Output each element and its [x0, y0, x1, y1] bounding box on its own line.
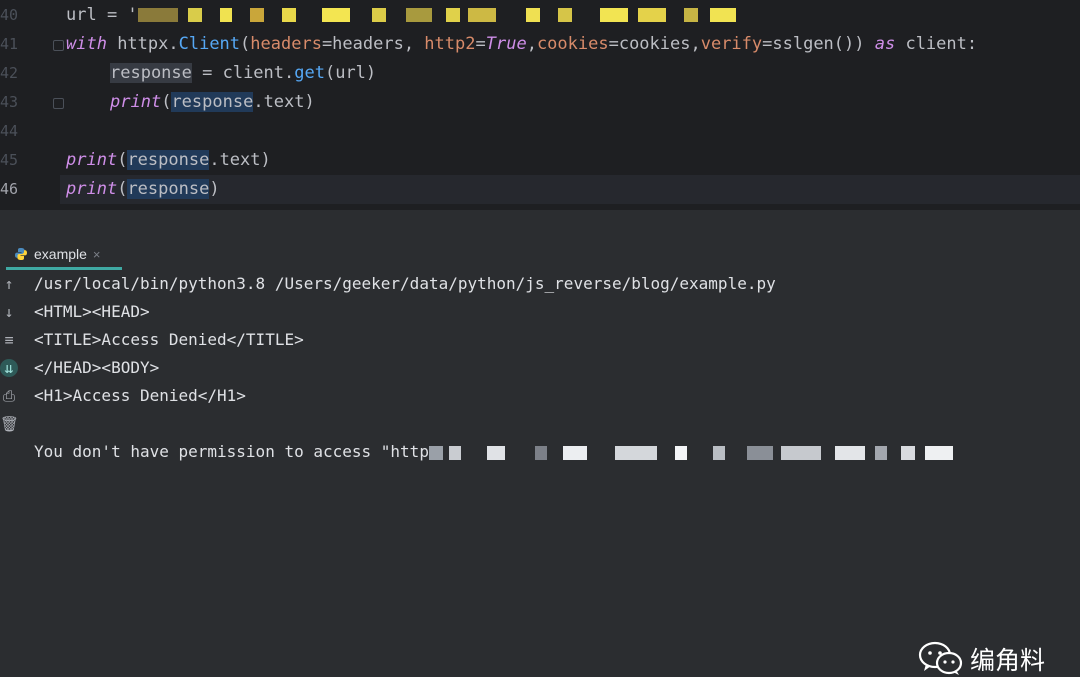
code-line-40: url = ': [66, 1, 736, 30]
watermark: 编角料: [918, 641, 1045, 677]
run-tool-window: example × ↑ ↓ ≡ ⇊ ⎙ 🗑 /usr/local/bin/pyt…: [0, 237, 1080, 675]
tab-example[interactable]: example ×: [14, 243, 101, 265]
code-line-42: response = client.get(url): [110, 59, 376, 88]
console-output-line: <TITLE>Access Denied</TITLE>: [34, 330, 304, 349]
code-token: (: [240, 34, 251, 54]
code-token: (: [161, 92, 172, 112]
line-number: 44: [0, 122, 19, 140]
code-token: verify: [700, 34, 763, 54]
code-token: get: [294, 63, 325, 83]
code-token: print: [66, 150, 118, 170]
code-line-41: with httpx.Client(headers=headers, http2…: [66, 30, 977, 59]
keyword-as: as: [874, 34, 896, 54]
console-output-line: <HTML><HEAD>: [34, 302, 150, 321]
code-token: response: [127, 179, 210, 199]
tab-label: example: [34, 246, 87, 262]
line-number: 45: [0, 151, 19, 169]
console-output-line: <H1>Access Denied</H1>: [34, 386, 246, 405]
code-token: =: [475, 34, 486, 54]
line-number: 43: [0, 93, 19, 111]
arrow-up-icon[interactable]: ↑: [0, 275, 18, 293]
code-line-43: print(response.text): [110, 88, 315, 117]
code-token: (: [117, 150, 128, 170]
arrow-down-icon[interactable]: ↓: [0, 303, 18, 321]
line-number: 46: [0, 180, 19, 198]
code-token: =sslgen()): [762, 34, 875, 54]
code-token: url = ': [66, 5, 138, 25]
code-token: http2: [424, 34, 476, 54]
console-output-line: </HEAD><BODY>: [34, 358, 160, 377]
console-output-line: /usr/local/bin/python3.8 /Users/geeker/d…: [34, 274, 776, 293]
line-number: 40: [0, 6, 19, 24]
code-token: True: [485, 34, 527, 54]
redacted-url: [137, 5, 736, 25]
code-token: cookies: [536, 34, 609, 54]
console-output-line: You don't have permission to access "htt…: [34, 438, 953, 466]
scroll-to-end-icon[interactable]: ⇊: [0, 359, 18, 377]
code-token: ): [209, 179, 220, 199]
code-line-45: print(response.text): [66, 146, 271, 175]
fold-marker-icon[interactable]: [53, 40, 64, 51]
line-number: 42: [0, 64, 19, 82]
code-token: response: [171, 92, 254, 112]
watermark-text: 编角料: [970, 646, 1046, 675]
code-token: print: [66, 179, 118, 199]
code-token: ,: [526, 34, 537, 54]
code-token: (: [117, 179, 128, 199]
code-token: print: [110, 92, 162, 112]
code-line-46: print(response): [66, 175, 220, 204]
code-token: httpx.: [106, 34, 179, 54]
line-number-gutter: 40 41 42 43 44 45 46: [0, 0, 64, 210]
console-text: You don't have permission to access "htt…: [34, 442, 429, 461]
trash-icon[interactable]: 🗑: [0, 415, 19, 433]
code-token: =cookies,: [608, 34, 701, 54]
code-token: client:: [895, 34, 978, 54]
print-icon[interactable]: ⎙: [0, 387, 18, 405]
keyword-with: with: [66, 34, 107, 54]
run-tab-bar: example ×: [0, 237, 1080, 270]
soft-wrap-icon[interactable]: ≡: [0, 331, 18, 349]
redacted-url: [428, 442, 953, 461]
code-token: response: [127, 150, 210, 170]
code-token: .text): [253, 92, 315, 112]
fold-marker-icon[interactable]: [53, 98, 64, 109]
line-number: 41: [0, 35, 19, 53]
code-token: headers: [250, 34, 322, 54]
code-token: .text): [209, 150, 271, 170]
code-token: (url): [324, 63, 377, 83]
code-token: response: [110, 63, 192, 83]
code-editor[interactable]: 40 41 42 43 44 45 46 url = ' with httpx.…: [0, 0, 1080, 210]
wechat-icon: [918, 641, 963, 675]
close-icon[interactable]: ×: [93, 247, 101, 262]
run-toolbar: ↑ ↓ ≡ ⇊ ⎙ 🗑: [0, 270, 22, 470]
python-icon: [15, 248, 27, 260]
code-token: = client.: [191, 63, 295, 83]
code-token: =headers,: [321, 34, 425, 54]
code-token: Client: [178, 34, 241, 54]
